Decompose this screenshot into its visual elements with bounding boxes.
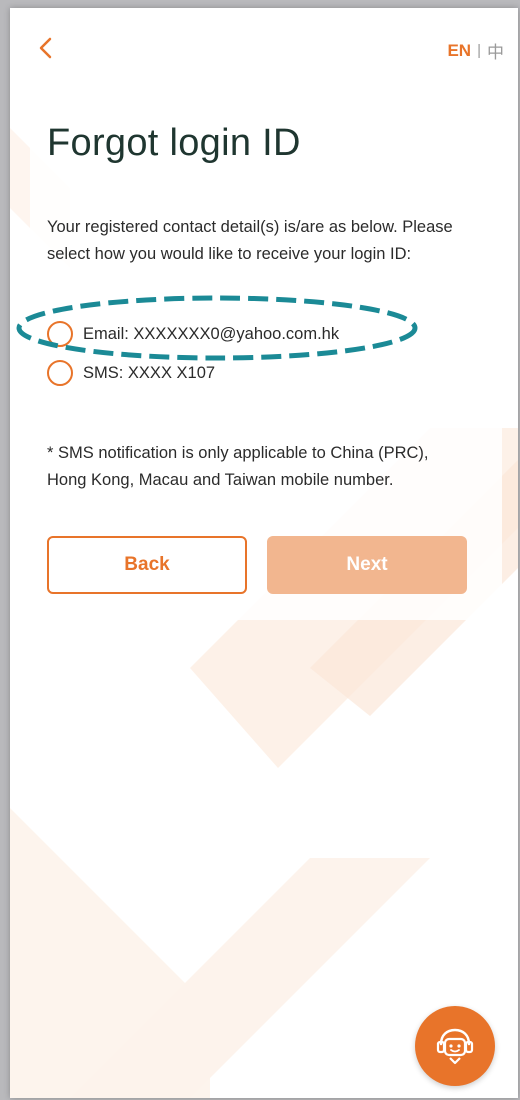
page-description: Your registered contact detail(s) is/are… xyxy=(47,218,453,263)
lang-zh-option[interactable]: 中 xyxy=(487,38,504,63)
sms-radio[interactable] xyxy=(47,360,73,386)
top-bar: EN | 中 xyxy=(10,8,518,88)
lang-en-option[interactable]: EN xyxy=(447,41,471,61)
chat-support-icon xyxy=(436,1028,474,1065)
email-option[interactable]: Email: XXXXXXX0@yahoo.com.hk xyxy=(47,321,339,347)
email-radio[interactable] xyxy=(47,321,73,347)
page-title: Forgot login ID xyxy=(47,122,301,164)
chevron-left-icon[interactable] xyxy=(32,34,60,62)
email-option-label: Email: XXXXXXX0@yahoo.com.hk xyxy=(83,324,340,343)
back-button[interactable]: Back xyxy=(47,536,247,594)
lang-separator: | xyxy=(477,42,481,59)
language-switcher: EN | 中 xyxy=(447,38,504,63)
sms-note: * SMS notification is only applicable to… xyxy=(47,444,429,489)
chat-support-button[interactable] xyxy=(415,1006,495,1086)
sms-option[interactable]: SMS: XXXX X107 xyxy=(47,360,215,386)
sms-option-label: SMS: XXXX X107 xyxy=(83,363,216,382)
next-button[interactable]: Next xyxy=(267,536,467,594)
